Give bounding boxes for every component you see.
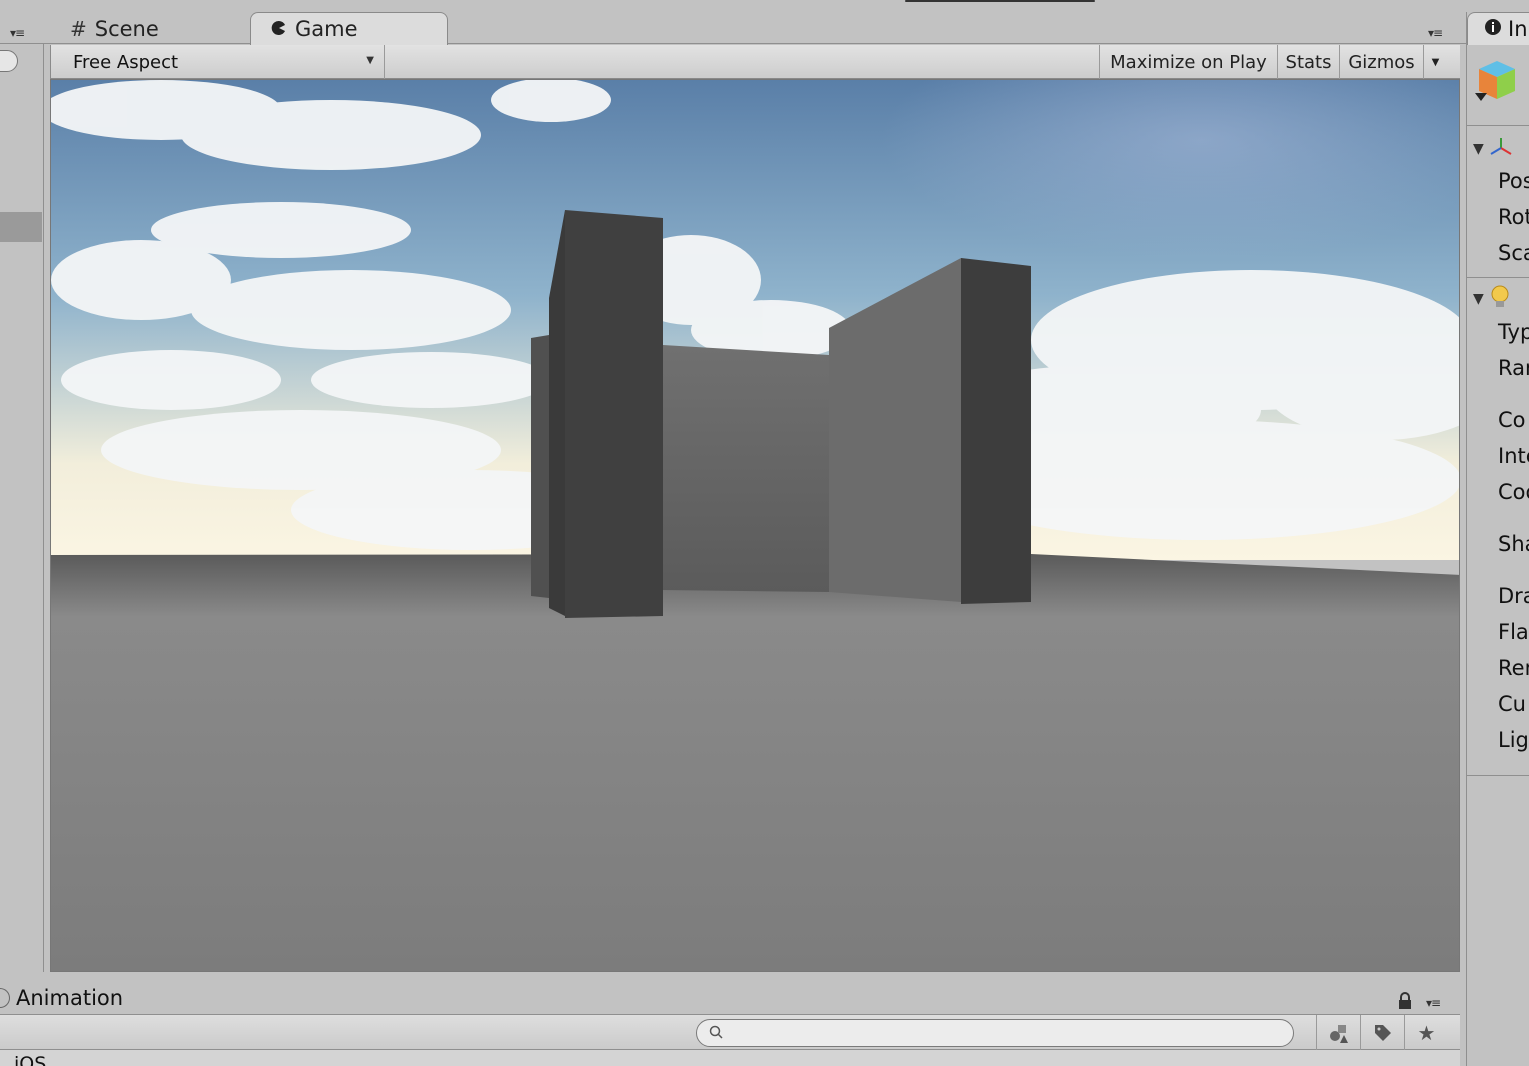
filter-by-type-icon[interactable] [1316,1015,1360,1051]
gizmos-label: Gizmos [1348,51,1415,73]
search-toggle[interactable] [0,50,18,72]
tab-inspector-label: In [1508,17,1528,41]
light-prop: Fla [1498,620,1529,644]
inspector-panel: In ▼ Pos Rot Sca ▼ [1466,12,1529,1066]
maximize-on-play-button[interactable]: Maximize on Play [1099,45,1277,79]
gizmos-button[interactable]: Gizmos [1339,45,1423,79]
inspector-body: ▼ Pos Rot Sca ▼ Typ Ran Co Inte Coo Sha … [1467,45,1529,1066]
gizmos-dropdown-icon[interactable]: ▼ [1423,45,1447,79]
light-header[interactable]: ▼ [1467,281,1529,317]
light-prop: Sha [1498,532,1529,556]
tab-game[interactable]: Game [250,12,448,45]
filter-by-label-icon[interactable] [1360,1015,1404,1051]
gameobject-cube-icon[interactable] [1473,57,1519,107]
aspect-dropdown[interactable]: Free Aspect ▼ [65,45,385,79]
animation-icon [0,988,10,1008]
light-prop: Cu [1498,692,1526,716]
light-prop: Typ [1498,320,1529,344]
selected-hierarchy-row[interactable] [0,212,42,242]
tab-animation-label: Animation [16,986,124,1010]
foldout-arrow-icon[interactable]: ▼ [1473,291,1484,307]
pane-menu-icon[interactable]: ▾≡ [10,26,25,40]
transform-axis-icon [1490,136,1512,162]
tab-inspector[interactable]: In [1467,12,1529,45]
light-prop: Ran [1498,356,1529,380]
project-search[interactable] [696,1019,1294,1047]
stats-label: Stats [1285,51,1332,73]
game-toolbar: Free Aspect ▼ Maximize on Play Stats Giz… [50,45,1460,79]
transform-prop: Sca [1498,241,1529,265]
inspector-divider [1467,125,1529,126]
lightbulb-icon [1490,285,1510,313]
tab-scene-label: Scene [94,16,159,41]
aspect-dropdown-value: Free Aspect [73,51,179,73]
lock-icon[interactable] [1398,992,1412,1014]
inspector-divider [1467,775,1529,776]
list-item-label: iOS [14,1053,47,1066]
stats-button[interactable]: Stats [1277,45,1339,79]
light-prop: Coo [1498,480,1529,504]
transform-prop: Rot [1498,205,1529,229]
inspector-divider [1467,277,1529,278]
project-toolbar: ★ [0,1014,1460,1051]
pacman-icon [271,17,287,41]
favorite-star-icon[interactable]: ★ [1404,1015,1448,1051]
light-prop: Lig [1498,728,1529,752]
game-pane-menu-icon[interactable]: ▾≡ [1428,26,1443,40]
top-tab-strip: ▾≡ ▾≡ # Scene Game [0,0,1529,45]
dropdown-arrow-icon: ▼ [366,55,374,66]
info-icon [1484,17,1502,41]
light-prop: Co [1498,408,1526,432]
search-icon [709,1024,723,1043]
transform-header[interactable]: ▼ [1467,131,1529,167]
window-drag-handle[interactable] [905,0,1095,2]
light-prop: Ren [1498,656,1529,680]
game-render [51,80,1459,971]
bottom-pane-menu-icon[interactable]: ▾≡ [1426,996,1441,1010]
tab-scene[interactable]: # Scene [50,12,250,45]
tab-game-label: Game [295,17,358,41]
search-input[interactable] [723,1023,1263,1043]
tab-animation[interactable]: Animation [0,986,123,1010]
light-prop: Dra [1498,584,1529,608]
hierarchy-panel [0,44,44,972]
game-viewport[interactable] [50,79,1460,972]
light-prop: Inte [1498,444,1529,468]
list-item[interactable]: iOS [0,1050,1460,1066]
maximize-on-play-label: Maximize on Play [1110,51,1267,73]
foldout-arrow-icon[interactable]: ▼ [1473,141,1484,157]
grid-icon: # [70,16,87,41]
transform-prop: Pos [1498,169,1529,193]
